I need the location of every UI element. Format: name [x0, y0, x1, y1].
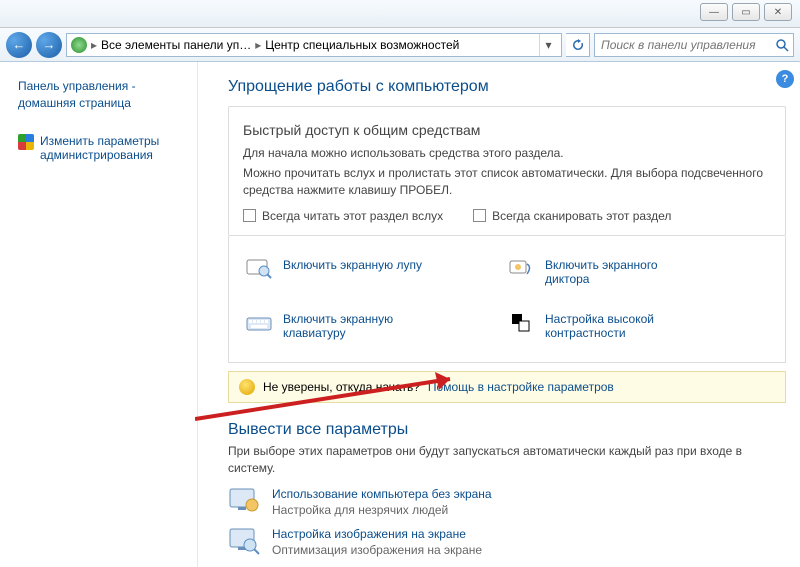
tools-box: Включить экранную лупу Включить экранног…	[228, 236, 786, 363]
address-dropdown[interactable]: ▾	[539, 34, 557, 56]
info-bar-text: Не уверены, откуда начать?	[263, 380, 420, 394]
help-icon[interactable]: ?	[776, 70, 794, 88]
tool-high-contrast[interactable]: Настройка высокойконтрастности	[507, 306, 769, 346]
breadcrumb-2[interactable]: Центр специальных возможностей	[265, 38, 459, 52]
minimize-button[interactable]: —	[700, 3, 728, 21]
refresh-icon	[571, 38, 585, 52]
sidebar-home-link[interactable]: Панель управления - домашняя страница	[18, 78, 187, 112]
title-bar: — ▭ ✕	[0, 0, 800, 28]
param-no-display-link[interactable]: Использование компьютера без экрана	[272, 487, 492, 501]
magnifier-icon	[245, 258, 273, 280]
checkbox-read-aloud[interactable]: Всегда читать этот раздел вслух	[243, 209, 443, 223]
address-bar[interactable]: ▸ Все элементы панели уп… ▸ Центр специа…	[66, 33, 562, 57]
param-no-display[interactable]: Использование компьютера без экрана Наст…	[228, 487, 786, 517]
tool-high-contrast-link[interactable]: Настройка высокойконтрастности	[545, 312, 654, 340]
page-title: Упрощение работы с компьютером	[228, 78, 786, 96]
shield-icon	[18, 134, 34, 150]
info-bar: Не уверены, откуда начать? Помощь в наст…	[228, 371, 786, 403]
search-icon	[775, 38, 789, 52]
search-input[interactable]	[599, 37, 775, 53]
checkbox-scan[interactable]: Всегда сканировать этот раздел	[473, 209, 671, 223]
chevron-right-icon: ▸	[91, 38, 97, 52]
close-button[interactable]: ✕	[764, 3, 792, 21]
quick-access-title: Быстрый доступ к общим средствам	[243, 121, 771, 141]
checkbox-icon	[243, 209, 256, 222]
tool-narrator-link[interactable]: Включить экранногодиктора	[545, 258, 658, 286]
param-display-settings[interactable]: Настройка изображения на экране Оптимиза…	[228, 527, 786, 557]
back-button[interactable]: ←	[6, 32, 32, 58]
all-params-subtitle: При выборе этих параметров они будут зап…	[228, 443, 786, 477]
refresh-button[interactable]	[566, 33, 590, 57]
tool-narrator[interactable]: Включить экранногодиктора	[507, 252, 769, 292]
breadcrumb-1[interactable]: Все элементы панели уп…	[101, 38, 251, 52]
control-panel-icon	[71, 37, 87, 53]
param-no-display-sub: Настройка для незрячих людей	[272, 503, 492, 517]
tool-onscreen-keyboard[interactable]: Включить экраннуюклавиатуру	[245, 306, 507, 346]
monitor-speaker-icon	[228, 487, 262, 517]
search-box[interactable]	[594, 33, 794, 57]
sidebar: Панель управления - домашняя страница Из…	[0, 62, 198, 567]
tool-onscreen-keyboard-link[interactable]: Включить экраннуюклавиатуру	[283, 312, 393, 340]
quick-access-desc-1: Для начала можно использовать средства э…	[243, 145, 771, 162]
keyboard-icon	[245, 312, 273, 334]
quick-access-desc-2: Можно прочитать вслух и пролистать этот …	[243, 165, 771, 199]
tool-magnifier-link[interactable]: Включить экранную лупу	[283, 258, 422, 272]
nav-bar: ← → ▸ Все элементы панели уп… ▸ Центр сп…	[0, 28, 800, 62]
param-display-settings-link[interactable]: Настройка изображения на экране	[272, 527, 466, 541]
checkbox-icon	[473, 209, 486, 222]
param-display-settings-sub: Оптимизация изображения на экране	[272, 543, 482, 557]
forward-button[interactable]: →	[36, 32, 62, 58]
quick-access-box: Быстрый доступ к общим средствам Для нач…	[228, 106, 786, 236]
chevron-right-icon: ▸	[255, 38, 261, 52]
high-contrast-icon	[507, 312, 535, 334]
main-content: ? Упрощение работы с компьютером Быстрый…	[198, 62, 800, 567]
lightbulb-icon	[239, 379, 255, 395]
maximize-button[interactable]: ▭	[732, 3, 760, 21]
tool-magnifier[interactable]: Включить экранную лупу	[245, 252, 507, 292]
info-bar-link[interactable]: Помощь в настройке параметров	[428, 380, 614, 394]
all-params-title: Вывести все параметры	[228, 421, 786, 439]
sidebar-admin-link[interactable]: Изменить параметры администрирования	[18, 134, 187, 162]
monitor-magnifier-icon	[228, 527, 262, 557]
narrator-icon	[507, 258, 535, 280]
